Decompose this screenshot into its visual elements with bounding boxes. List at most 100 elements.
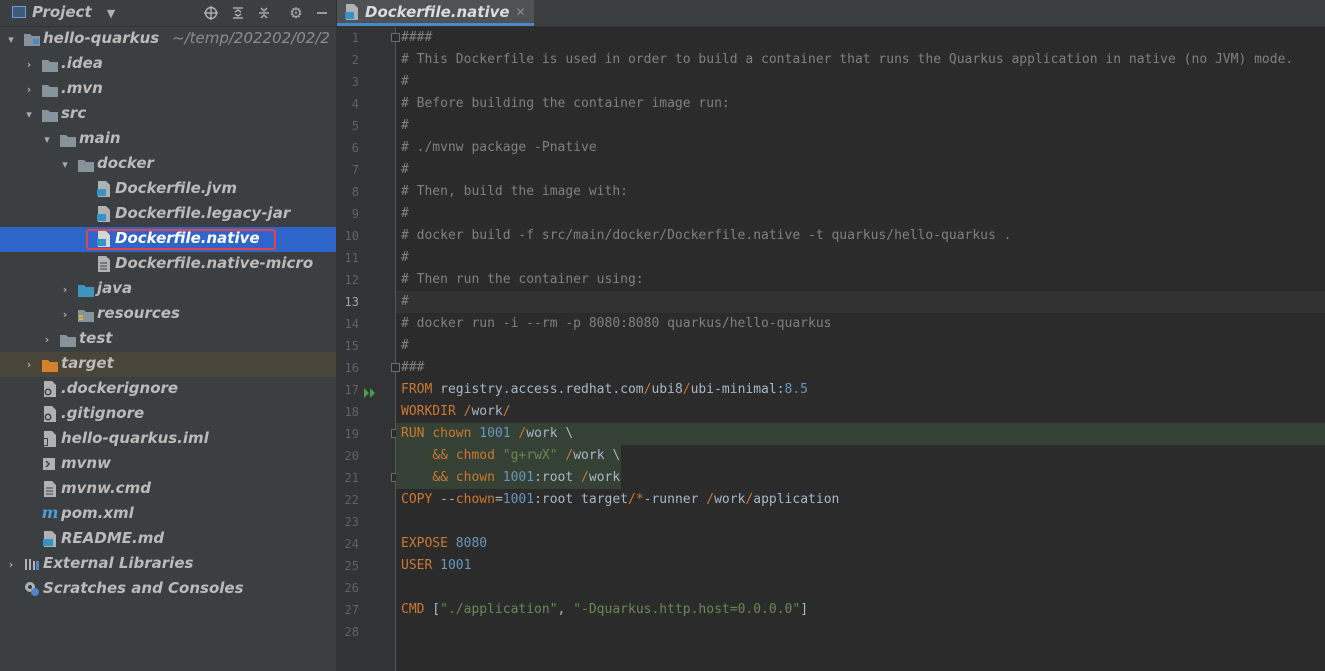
line-number-current: 13 [344, 295, 359, 309]
line-number: 26 [344, 581, 359, 595]
chevron-right-icon[interactable]: › [6, 558, 16, 571]
code-line: # docker run -i --rm -p 8080:8080 quarku… [396, 313, 1325, 335]
tree-item-hello-quarkus[interactable]: ▾ hello-quarkus ~/temp/202202/02/2 [0, 27, 336, 52]
code-line: # [396, 159, 1325, 181]
tree-item-test[interactable]: › test [0, 327, 336, 352]
run-icon[interactable] [363, 384, 377, 403]
folder-icon [60, 332, 76, 348]
tree-item-pom[interactable]: m pom.xml [0, 502, 336, 527]
code-line-run: RUN chown 1001 /work \ [396, 423, 1325, 445]
tree-item-label: main [79, 129, 121, 147]
code-line: # [396, 71, 1325, 93]
tree-item-target[interactable]: › target [0, 352, 336, 377]
comment-text: # [401, 162, 409, 177]
editor-tab-bar: Dockerfile.native ✕ [337, 0, 1325, 27]
locate-icon[interactable] [202, 4, 220, 22]
tree-item-readme[interactable]: README.md [0, 527, 336, 552]
line-number: 27 [344, 603, 359, 617]
tree-item-dockerfile-native-micro[interactable]: Dockerfile.native-micro [0, 252, 336, 277]
tree-item-java[interactable]: › java [0, 277, 336, 302]
line-number: 20 [344, 449, 359, 463]
code-area[interactable]: #### # This Dockerfile is used in order … [396, 27, 1325, 671]
code-text: FROM registry.access.redhat.com/ubi8/ubi… [401, 382, 809, 397]
minimize-icon[interactable] [313, 4, 331, 22]
code-line-run-cont: && chmod "g+rwX" /work \ [396, 445, 621, 467]
tree-item-dockerfile-jvm[interactable]: Dockerfile.jvm [0, 177, 336, 202]
tree-item-gitignore[interactable]: .gitignore [0, 402, 336, 427]
expand-all-icon[interactable] [229, 4, 247, 22]
line-number: 16 [344, 361, 359, 375]
tree-item-label: External Libraries [43, 554, 194, 572]
collapse-all-icon[interactable] [255, 4, 273, 22]
chevron-right-icon[interactable]: › [24, 358, 34, 371]
code-line-user: USER 1001 [396, 555, 1325, 577]
editor-pane: Dockerfile.native ✕ 1 2 3 4 5 6 7 8 9 10… [337, 0, 1325, 671]
tree-item-resources[interactable]: › resources [0, 302, 336, 327]
chevron-down-icon[interactable]: ▾ [60, 158, 70, 171]
tree-item-iml[interactable]: hello-quarkus.iml [0, 427, 336, 452]
close-icon[interactable]: ✕ [516, 5, 526, 19]
tree-item-docker[interactable]: ▾ docker [0, 152, 336, 177]
tree-item-main[interactable]: ▾ main [0, 127, 336, 152]
chevron-right-icon[interactable]: › [60, 283, 70, 296]
code-line-run-cont: && chown 1001:root /work [396, 467, 621, 489]
chevron-down-icon[interactable]: ▾ [24, 108, 34, 121]
tree-item-dockerfile-native[interactable]: Dockerfile.native [0, 227, 336, 252]
line-number: 19 [344, 427, 359, 441]
chevron-right-icon[interactable]: › [24, 83, 34, 96]
tree-item-external-libraries[interactable]: › External Libraries [0, 552, 336, 577]
editor-gutter: 1 2 3 4 5 6 7 8 9 10 11 12 13 14 15 16 1… [337, 27, 400, 671]
chevron-down-icon[interactable]: ▾ [6, 33, 16, 46]
tree-item-label: hello-quarkus [43, 29, 160, 47]
comment-text: # [401, 206, 409, 221]
tree-item-label: hello-quarkus.iml [61, 429, 209, 447]
tree-item-mvnw-cmd[interactable]: mvnw.cmd [0, 477, 336, 502]
tree-item-dockerfile-legacy-jar[interactable]: Dockerfile.legacy-jar [0, 202, 336, 227]
editor-tab-label: Dockerfile.native [365, 2, 510, 21]
tree-item-label: test [79, 329, 113, 347]
comment-text: ### [401, 360, 425, 375]
shell-script-icon [42, 456, 58, 472]
tree-item-label: README.md [61, 529, 165, 547]
tree-item-label: .dockerignore [61, 379, 179, 397]
code-line: # [396, 115, 1325, 137]
chevron-down-icon[interactable]: ▼ [102, 4, 120, 22]
tree-item-idea[interactable]: › .idea [0, 52, 336, 77]
chevron-right-icon[interactable]: › [42, 333, 52, 346]
comment-text: # docker build -f src/main/docker/Docker… [401, 228, 1012, 243]
line-number: 3 [351, 75, 359, 89]
code-line: # Then run the container using: [396, 269, 1325, 291]
comment-text: # [401, 250, 409, 265]
project-panel: Project ▼ ⚙ ▾ hello-quarkus ~/temp/20220… [0, 0, 337, 671]
code-line: ### [396, 357, 1325, 379]
gear-icon[interactable]: ⚙ [287, 4, 305, 22]
tree-item-src[interactable]: ▾ src [0, 102, 336, 127]
line-number: 25 [344, 559, 359, 573]
line-number: 5 [351, 119, 359, 133]
tree-item-label: .gitignore [61, 404, 145, 422]
tree-item-label: mvnw [61, 454, 111, 472]
folder-icon [42, 82, 58, 98]
line-number: 4 [351, 97, 359, 111]
line-number: 12 [344, 273, 359, 287]
chevron-right-icon[interactable]: › [24, 58, 34, 71]
tree-item-label: resources [97, 304, 180, 322]
tree-item-dockerignore[interactable]: .dockerignore [0, 377, 336, 402]
code-line-cmd: CMD ["./application", "-Dquarkus.http.ho… [396, 599, 1325, 621]
editor-tab-dockerfile-native[interactable]: Dockerfile.native ✕ [337, 0, 534, 26]
module-file-icon [42, 431, 58, 447]
chevron-right-icon[interactable]: › [60, 308, 70, 321]
line-number: 21 [344, 471, 359, 485]
line-number: 28 [344, 625, 359, 639]
folder-icon [60, 132, 76, 148]
project-view-title[interactable]: Project [32, 3, 92, 21]
tree-item-scratches[interactable]: Scratches and Consoles [0, 577, 336, 602]
chevron-down-icon[interactable]: ▾ [42, 133, 52, 146]
scratches-icon [24, 581, 40, 597]
tree-item-mvnw[interactable]: mvnw [0, 452, 336, 477]
code-text: RUN chown 1001 /work \ [401, 426, 574, 441]
tree-item-mvn[interactable]: › .mvn [0, 77, 336, 102]
